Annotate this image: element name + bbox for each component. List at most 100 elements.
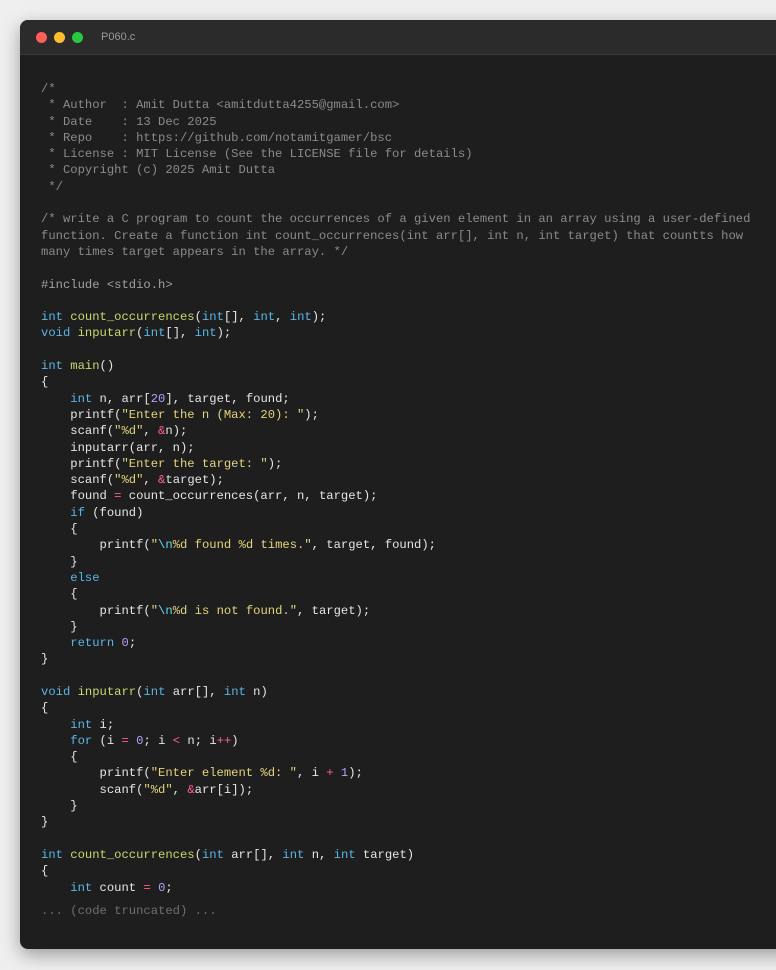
code-token-plain: (found) xyxy=(84,505,144,520)
code-line: int i; xyxy=(41,717,776,733)
code-token-plain: count xyxy=(92,880,144,895)
code-token-keyword: if xyxy=(70,505,85,520)
code-token-plain: printf( xyxy=(41,538,151,553)
file-title: P060.c xyxy=(101,31,136,43)
code-token-plain: , xyxy=(143,473,159,488)
code-token-plain: { xyxy=(41,522,78,537)
code-line: if (found) xyxy=(41,505,776,521)
close-window-icon[interactable] xyxy=(36,31,47,43)
code-token-plain: ); xyxy=(267,456,283,471)
code-token-plain: printf( xyxy=(41,456,122,471)
title-bar: P060.c xyxy=(20,20,776,55)
code-line: many times target appears in the array. … xyxy=(41,244,776,260)
code-token-comment: * Repo : https://github.com/notamitgamer… xyxy=(41,130,393,145)
code-token-plain: , xyxy=(172,782,188,797)
code-token-string: "Enter the target: " xyxy=(121,456,268,471)
code-token-plain: target); xyxy=(165,473,224,488)
maximize-window-icon[interactable] xyxy=(72,31,83,43)
code-token-escape: \n xyxy=(158,538,173,553)
code-token-func: inputarr xyxy=(77,684,137,699)
code-token-escape: \n xyxy=(158,603,173,618)
code-line: int count_occurrences(int arr[], int n, … xyxy=(41,847,776,863)
code-view[interactable]: /* * Author : Amit Dutta <amitdutta4255@… xyxy=(41,81,776,896)
code-token-comment: many times target appears in the array. … xyxy=(41,244,349,259)
code-token-string: %d found %d times." xyxy=(172,538,312,553)
code-token-string: "%d" xyxy=(114,424,144,439)
code-token-plain: n, arr[ xyxy=(92,391,151,406)
code-line: function. Create a function int count_oc… xyxy=(41,228,776,244)
code-token-keyword: else xyxy=(70,570,100,585)
code-line: /* xyxy=(41,81,776,97)
code-token-plain: , xyxy=(143,424,159,439)
code-line: inputarr(arr, n); xyxy=(41,440,776,456)
code-token-keyword: int xyxy=(70,880,93,895)
code-token-keyword: int xyxy=(289,310,312,325)
code-token-plain: (i xyxy=(92,733,122,748)
code-line: scanf("%d", &arr[i]); xyxy=(41,782,776,798)
code-token-keyword: void xyxy=(41,684,71,699)
code-token-keyword: int xyxy=(201,847,224,862)
code-token-keyword: int xyxy=(70,391,93,406)
code-token-func: inputarr xyxy=(77,326,137,341)
code-token-plain: ) xyxy=(231,733,239,748)
code-token-op: & xyxy=(187,782,195,797)
code-line: printf("Enter the n (Max: 20): "); xyxy=(41,407,776,423)
code-line: * Author : Amit Dutta <amitdutta4255@gma… xyxy=(41,97,776,113)
code-line: } xyxy=(41,798,776,814)
code-line: } xyxy=(41,651,776,667)
code-token-plain: } xyxy=(41,799,78,814)
truncated-note: ... (code truncated) ... xyxy=(41,904,217,918)
code-token-keyword: int xyxy=(194,326,217,341)
code-token-string: "%d" xyxy=(143,782,173,797)
code-token-func: count_occurrences xyxy=(70,310,195,325)
code-token-plain: ); xyxy=(348,766,363,781)
code-token-plain: ], target, found; xyxy=(165,391,290,406)
code-token-string: "%d" xyxy=(114,473,144,488)
code-line: * Date : 13 Dec 2025 xyxy=(41,114,776,130)
code-line: */ xyxy=(41,179,776,195)
code-token-plain: arr[i]); xyxy=(194,782,254,797)
code-token-plain: scanf( xyxy=(41,782,144,797)
code-token-plain: () xyxy=(99,359,115,374)
code-token-plain: { xyxy=(41,864,49,879)
code-line: printf("\n%d is not found.", target); xyxy=(41,603,776,619)
code-token-plain: n); xyxy=(165,424,188,439)
code-token-keyword: int xyxy=(333,847,356,862)
code-line: { xyxy=(41,863,776,879)
code-token-keyword: void xyxy=(41,326,71,341)
code-token-string: " xyxy=(150,538,159,553)
code-token-keyword: int xyxy=(143,684,166,699)
code-token-comment: /* write a C program to count the occurr… xyxy=(41,212,751,227)
code-line: printf("\n%d found %d times.", target, f… xyxy=(41,537,776,553)
code-line: int n, arr[20], target, found; xyxy=(41,391,776,407)
code-line: * License : MIT License (See the LICENSE… xyxy=(41,146,776,162)
code-line: found = count_occurrences(arr, n, target… xyxy=(41,488,776,504)
code-token-plain: printf( xyxy=(41,766,151,781)
code-token-plain: ); xyxy=(311,310,327,325)
code-token-plain: , target); xyxy=(297,603,371,618)
code-token-keyword: int xyxy=(41,847,63,862)
code-line: void inputarr(int[], int); xyxy=(41,325,776,341)
code-token-plain: } xyxy=(41,652,49,667)
code-token-func: count_occurrences xyxy=(70,847,195,862)
minimize-window-icon[interactable] xyxy=(54,31,65,43)
code-token-string: " xyxy=(150,603,159,618)
code-token-number: 0 xyxy=(121,636,129,651)
code-token-keyword: int xyxy=(70,717,93,732)
code-token-plain: [], xyxy=(165,326,195,341)
code-line: int main() xyxy=(41,358,776,374)
code-line: /* write a C program to count the occurr… xyxy=(41,211,776,227)
code-token-plain: , i xyxy=(297,766,327,781)
code-token-plain: { xyxy=(41,587,78,602)
code-line: int count = 0; xyxy=(41,880,776,896)
code-token-op: = xyxy=(121,733,129,748)
code-line: scanf("%d", &target); xyxy=(41,472,776,488)
code-token-keyword: int xyxy=(41,359,63,374)
